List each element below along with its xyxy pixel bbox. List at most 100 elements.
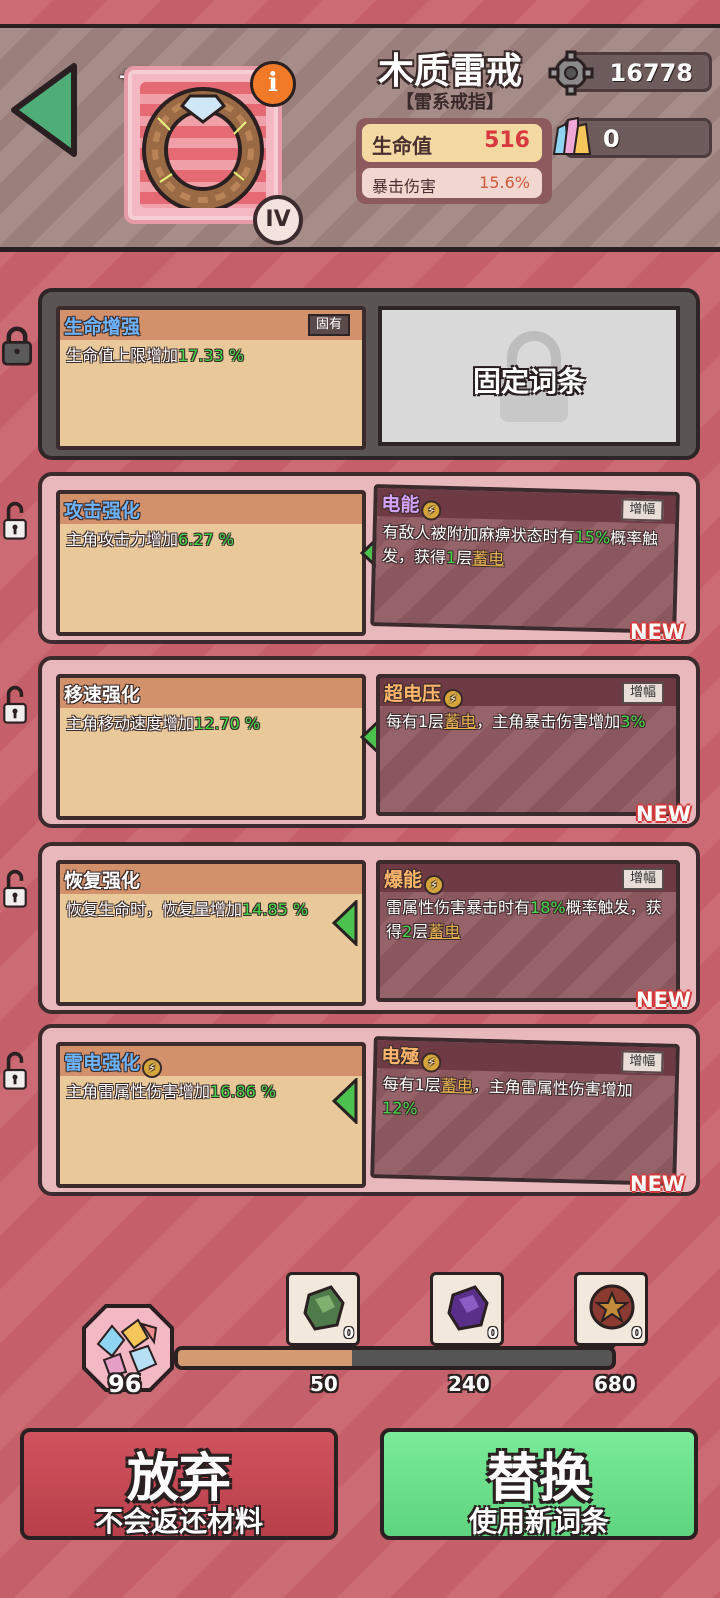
affix-value: 16.86 % — [210, 1082, 277, 1101]
affix-name-text: 雷电强化 — [64, 1052, 141, 1074]
gear-icon — [548, 50, 594, 96]
item-header: +1 i IV 木质雷戒 【雷系戒指】 生命值 516 暴击伤害 15.6% 1… — [0, 24, 720, 252]
lock-closed-icon[interactable] — [0, 326, 34, 366]
current-affix-card: 移速强化 主角移动速度增加12.70 % — [56, 674, 366, 820]
affix-row-2[interactable]: 攻击强化 主角攻击力增加6.27 % 电能 ⚡ 增幅 有敌人被附加麻痹状态时有15… — [38, 472, 700, 644]
star-gem-icon — [589, 1284, 635, 1330]
desc-part: ，主角暴击伤害增加 — [476, 712, 621, 731]
desc-part: 每有1层 — [386, 712, 445, 731]
sub-stat-value: 15.6% — [479, 173, 530, 192]
keyword-link[interactable]: 蓄电 — [441, 1076, 474, 1096]
affix-value: 14.85 % — [242, 900, 309, 919]
crystal-icon — [552, 116, 592, 155]
crystal-currency-value: 0 — [603, 125, 620, 153]
new-badge: NEW — [630, 620, 686, 644]
lock-open-icon[interactable] — [0, 684, 32, 724]
affix-value: 15% — [574, 527, 611, 548]
main-stat-label: 生命值 — [372, 134, 432, 158]
affix-desc-text: 恢复生命时，恢复量增加 — [66, 900, 243, 919]
affix-description: 雷属性伤害暴击时有18%概率触发，获得2层蓄电 — [386, 896, 666, 944]
desc-part: ，主角雷属性伤害增加 — [472, 1076, 634, 1100]
main-stat-row: 生命值 516 — [362, 124, 542, 162]
affix-row-3[interactable]: 移速强化 主角移动速度增加12.70 % 超电压 ⚡ 增幅 每有1层蓄电，主角暴击… — [38, 656, 700, 828]
sub-stat-label: 暴击伤害 — [372, 177, 437, 196]
affix-name-text: 电能 — [381, 493, 420, 517]
affix-name: 电殛 ⚡ — [381, 1041, 442, 1073]
purple-gem-icon — [447, 1285, 489, 1331]
affix-name: 恢复强化 — [64, 870, 141, 892]
current-affix-card: 攻击强化 主角攻击力增加6.27 % — [56, 490, 366, 636]
new-affix-card: 爆能 ⚡ 增幅 雷属性伤害暴击时有18%概率触发，获得2层蓄电 — [376, 860, 680, 1002]
fixed-affix-panel: 固定词条 — [378, 306, 680, 446]
new-affix-card: 电殛 ⚡ 增幅 每有1层蓄电，主角雷属性伤害增加 12% — [370, 1036, 680, 1186]
new-badge: NEW — [636, 988, 692, 1012]
lock-open-icon[interactable] — [0, 868, 32, 908]
affix-description: 每有1层蓄电，主角雷属性伤害增加 12% — [382, 1072, 665, 1127]
affix-row-4[interactable]: 恢复强化 恢复生命时，恢复量增加14.85 % 爆能 ⚡ 增幅 雷属性伤害暴击时有… — [38, 842, 700, 1014]
affix-desc-text: 生命值上限增加 — [66, 346, 179, 365]
info-icon[interactable]: i — [250, 61, 296, 107]
affix-description: 主角攻击力增加6.27 % — [66, 528, 356, 552]
replace-arrow-icon — [332, 1078, 358, 1124]
amplify-tag: 增幅 — [621, 682, 664, 704]
affix-description: 有敌人被附加麻痹状态时有15%概率触发，获得1层蓄电 — [382, 520, 665, 575]
replace-button[interactable]: 替换 使用新词条 — [380, 1428, 698, 1540]
lightning-icon: ⚡ — [420, 1052, 442, 1073]
item-type: 【雷系戒指】 — [396, 92, 504, 113]
affix-desc-text: 主角雷属性伤害增加 — [66, 1082, 211, 1101]
new-badge: NEW — [636, 802, 692, 826]
affix-row-1: 生命增强 固有 生命值上限增加17.33 % 固定词条 — [38, 288, 700, 460]
affix-name-text: 超电压 — [384, 683, 442, 705]
affix-name: 移速强化 — [64, 684, 141, 706]
affix-value: 17.33 % — [178, 346, 245, 365]
milestone-reward-2[interactable]: 0 — [430, 1272, 504, 1346]
affix-name: 电能 ⚡ — [381, 489, 442, 521]
new-affix-card: 电能 ⚡ 增幅 有敌人被附加麻痹状态时有15%概率触发，获得1层蓄电 — [370, 484, 680, 634]
keyword-link[interactable]: 蓄电 — [444, 712, 476, 731]
affix-name: 攻击强化 — [64, 500, 141, 522]
item-title: 木质雷戒 — [377, 51, 522, 92]
abandon-button[interactable]: 放弃 不会返还材料 — [20, 1428, 338, 1540]
current-affix-card: 雷电强化 ⚡ 主角雷属性伤害增加16.86 % — [56, 1042, 366, 1188]
current-affix-card: 恢复强化 恢复生命时，恢复量增加14.85 % — [56, 860, 366, 1006]
amplify-tag: 增幅 — [621, 1050, 664, 1074]
lock-open-icon[interactable] — [0, 500, 32, 540]
affix-value: 6.27 % — [178, 530, 234, 549]
keyword-link[interactable]: 蓄电 — [472, 549, 505, 569]
milestone-threshold: 240 — [448, 1372, 490, 1396]
desc-part: 层 — [412, 922, 429, 941]
affix-description: 主角雷属性伤害增加16.86 % — [66, 1080, 356, 1104]
milestone-threshold: 680 — [594, 1372, 636, 1396]
affix-description: 每有1层蓄电，主角暴击伤害增加3% — [386, 710, 666, 734]
lock-open-icon[interactable] — [0, 1050, 32, 1090]
affix-value: 3% — [620, 712, 646, 731]
affix-row-5[interactable]: 雷电强化 ⚡ 主角雷属性伤害增加16.86 % 电殛 ⚡ 增幅 每有1层蓄电，主角雷… — [38, 1024, 700, 1196]
lightning-icon: ⚡ — [424, 875, 445, 895]
keyword-link[interactable]: 蓄电 — [428, 922, 460, 941]
new-affix-card: 超电压 ⚡ 增幅 每有1层蓄电，主角暴击伤害增加3% — [376, 674, 680, 816]
desc-part: 每有1层 — [382, 1074, 442, 1095]
replace-sublabel: 使用新词条 — [468, 1505, 609, 1538]
desc-part: 层 — [455, 548, 473, 568]
affix-name-text: 爆能 — [384, 869, 423, 891]
affix-value: 2 — [402, 922, 413, 941]
affix-name: 超电压 ⚡ — [384, 679, 464, 709]
milestone-count: 0 — [631, 1324, 642, 1342]
affix-description: 主角移动速度增加12.70 % — [66, 712, 356, 736]
current-affix-card: 生命增强 固有 生命值上限增加17.33 % — [56, 306, 366, 450]
desc-part: 有敌人被附加麻痹状态时有 — [382, 522, 575, 547]
affix-value: 12% — [381, 1098, 418, 1119]
green-gem-icon — [303, 1285, 345, 1331]
milestone-reward-1[interactable]: 0 — [286, 1272, 360, 1346]
affix-name: 雷电强化 ⚡ — [64, 1048, 163, 1078]
affix-desc-text: 主角攻击力增加 — [66, 530, 179, 549]
wooden-ring-icon — [142, 87, 264, 208]
desc-part: 雷属性伤害暴击时有 — [386, 898, 531, 917]
amplify-tag: 增幅 — [621, 498, 664, 522]
milestone-reward-3[interactable]: 0 — [574, 1272, 648, 1346]
milestone-count: 0 — [487, 1324, 498, 1342]
back-arrow-icon[interactable] — [6, 62, 82, 158]
milestone-count: 0 — [343, 1324, 354, 1342]
tier-badge: IV — [253, 195, 303, 245]
item-stats: 生命值 516 暴击伤害 15.6% — [356, 118, 552, 204]
